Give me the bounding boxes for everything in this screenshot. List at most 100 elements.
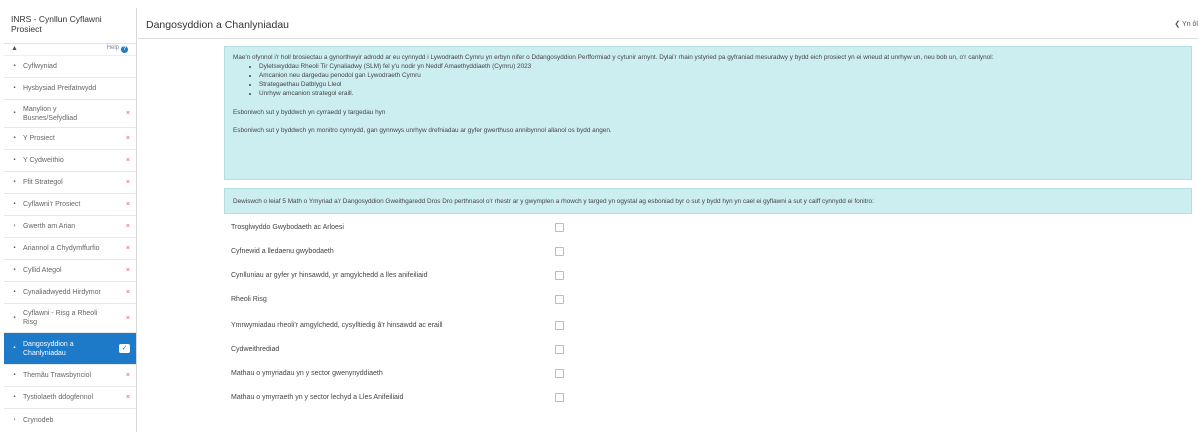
- sidebar-item-label: Ffit Strategol: [23, 179, 63, 186]
- sidebar-item-ariannol[interactable]: ▪ Ariannol a Chydymffurfio ×: [4, 238, 136, 260]
- sidebar-item-cyflawnir-prosiect[interactable]: ▪ Cyflawni'r Prosiect ×: [4, 194, 136, 216]
- option-row: Cyfnewid a lledaenu gwybodaeth: [231, 247, 571, 259]
- app-title: INRS - Cynllun Cyflawni Prosiect: [4, 8, 136, 44]
- sidebar-item-label: Crynodeb: [23, 416, 54, 424]
- sidebar-item-ffit-strategol[interactable]: ▪ Ffit Strategol ×: [4, 172, 136, 194]
- sidebar-item-label: Gwerth am Arian: [23, 223, 76, 230]
- option-checkbox[interactable]: [555, 247, 564, 256]
- person-icon[interactable]: ▲: [11, 45, 18, 52]
- sidebar-item-label: Tystiolaeth ddogfennol: [23, 394, 94, 401]
- sidebar-item-label: Ariannol a Chydymffurfio: [23, 245, 100, 252]
- option-label: Cydweithrediad: [231, 346, 280, 353]
- back-button[interactable]: ❮ Yn ôl: [1174, 20, 1198, 28]
- help-row: ▲ Help?: [4, 44, 136, 56]
- option-row: Rheoli Risg: [231, 295, 571, 307]
- chevron-right-icon: ›: [13, 416, 16, 423]
- app-title-line2: Prosiect: [11, 24, 42, 34]
- book-icon: ▪: [13, 157, 16, 163]
- incomplete-x-icon: ×: [125, 201, 130, 208]
- book-icon: ▪: [13, 372, 16, 378]
- sidebar-item-hysbysiad-preifatrwydd[interactable]: ▪ Hysbysiad Preifatrwydd: [4, 78, 136, 100]
- sidebar-item-gwerth-am-arian[interactable]: › Gwerth am Arian ×: [4, 216, 136, 238]
- option-label: Trosglwyddo Gwybodaeth ac Arloesi: [231, 224, 344, 231]
- option-label: Cynlluniau ar gyfer yr hinsawdd, yr amgy…: [231, 272, 428, 279]
- sidebar-item-y-cydweithio[interactable]: ▪ Y Cydweithio ×: [4, 150, 136, 172]
- option-checkbox[interactable]: [555, 295, 564, 304]
- option-label: Ymrwymiadau rheoli'r amgylchedd, cysyllt…: [231, 322, 443, 329]
- sidebar-item-crynodeb[interactable]: › Crynodeb: [4, 409, 136, 431]
- book-icon: ▪: [13, 135, 16, 141]
- book-icon: ▪: [13, 289, 16, 295]
- info-bullet-list: Dyletswyddau Rheoli Tir Cynaliadwy (SLM)…: [259, 62, 1183, 98]
- option-row: Ymrwymiadau rheoli'r amgylchedd, cysyllt…: [231, 321, 571, 333]
- book-icon: ▪: [13, 201, 16, 207]
- sidebar-item-label: Y Cydweithio: [23, 157, 64, 164]
- info-bullet: Strategaethau Datblygu Lleol: [259, 80, 1183, 89]
- incomplete-x-icon: ×: [125, 314, 130, 322]
- sidebar-item-tystiolaeth[interactable]: ▪ Tystiolaeth ddogfennol ×: [4, 387, 136, 409]
- sidebar-item-cyflwyniad[interactable]: ▪ Cyflwyniad: [4, 56, 136, 78]
- app-title-line1: INRS - Cynllun Cyflawni: [11, 14, 102, 24]
- info-bullet: Dyletswyddau Rheoli Tir Cynaliadwy (SLM)…: [259, 62, 1183, 71]
- option-label: Cyfnewid a lledaenu gwybodaeth: [231, 248, 334, 255]
- page-title: Dangosyddion a Chanlyniadau: [146, 19, 290, 31]
- incomplete-x-icon: ×: [125, 372, 130, 379]
- help-link[interactable]: Help?: [107, 45, 128, 53]
- option-row: Cydweithrediad: [231, 345, 571, 357]
- sidebar-item-label: Cynaliadwyedd Hirdymor: [23, 289, 101, 296]
- option-checkbox[interactable]: [555, 321, 564, 330]
- info-paragraph: Esboniwch sut y byddwch yn monitro cynny…: [233, 127, 612, 134]
- option-label: Rheoli Risg: [231, 296, 267, 303]
- sidebar-item-label: Cyflawni'r Prosiect: [23, 201, 81, 208]
- sidebar-item-label: Dangosyddion a Chanlyniadau: [23, 340, 74, 357]
- sidebar-item-label: Hysbysiad Preifatrwydd: [23, 85, 97, 92]
- option-checkbox[interactable]: [555, 369, 564, 378]
- book-icon: ▪: [13, 179, 16, 185]
- sidebar-item-cynaliadwyedd[interactable]: ▪ Cynaliadwyedd Hirdymor ×: [4, 282, 136, 304]
- help-label: Help: [106, 45, 119, 51]
- book-icon: ▪: [13, 314, 16, 321]
- instruction-panel: Dewiswch o leiaf 5 Math o Ymyriad a'r Da…: [224, 188, 1192, 214]
- incomplete-x-icon: ×: [125, 223, 130, 230]
- sidebar-item-label: Manylion y Busnes/Sefydliad: [23, 105, 78, 122]
- back-chevron-icon: ❮: [1174, 21, 1181, 28]
- book-icon: ▪: [13, 267, 16, 273]
- info-bullet: Unrhyw amcanion strategol eraill.: [259, 89, 1183, 98]
- sidebar-item-label: Cyflwyniad: [23, 63, 57, 70]
- option-row: Mathau o ymyriadau yn y sector gwenynydd…: [231, 369, 571, 381]
- sidebar-item-dangosyddion[interactable]: ▪ Dangosyddion a Chanlyniadau ✓: [4, 333, 136, 365]
- sidebar-item-label: Cyflawni - Risg a Rheoli Risg: [23, 310, 98, 326]
- option-row: Cynlluniau ar gyfer yr hinsawdd, yr amgy…: [231, 271, 571, 283]
- sidebar-item-label: Y Prosiect: [23, 135, 55, 142]
- complete-check-icon: ✓: [119, 344, 130, 353]
- sidebar-item-cyllid-ategol[interactable]: ▪ Cyllid Ategol ×: [4, 260, 136, 282]
- option-checkbox[interactable]: [555, 393, 564, 402]
- back-label: Yn ôl: [1182, 21, 1198, 28]
- instruction-text: Dewiswch o leiaf 5 Math o Ymyriad a'r Da…: [233, 198, 874, 205]
- book-icon: ▪: [13, 394, 16, 400]
- option-label: Mathau o ymyriadau yn y sector gwenynydd…: [231, 370, 383, 377]
- incomplete-x-icon: ×: [125, 267, 130, 274]
- sidebar-item-themau[interactable]: ▪ Themâu Trawsbynciol ×: [4, 365, 136, 387]
- chevron-right-icon: ›: [13, 223, 16, 229]
- book-icon: ▪: [13, 345, 16, 351]
- option-checkbox[interactable]: [555, 345, 564, 354]
- option-checkbox[interactable]: [555, 271, 564, 280]
- info-bullet: Amcanion neu dargedau penodol gan Lywodr…: [259, 71, 1183, 80]
- sidebar-item-risg[interactable]: ▪ Cyflawni - Risg a Rheoli Risg ×: [4, 304, 136, 333]
- incomplete-x-icon: ×: [125, 394, 130, 401]
- sidebar-item-manylion-busnes[interactable]: ▪ Manylion y Busnes/Sefydliad ×: [4, 100, 136, 128]
- book-icon: ▪: [13, 85, 16, 91]
- sidebar-item-y-prosiect[interactable]: ▪ Y Prosiect ×: [4, 128, 136, 150]
- incomplete-x-icon: ×: [125, 135, 130, 142]
- info-paragraph: Mae'n ofynnol i'r holl brosiectau a gyno…: [233, 54, 994, 61]
- incomplete-x-icon: ×: [125, 157, 130, 164]
- page-header: Dangosyddion a Chanlyniadau ❮ Yn ôl: [138, 8, 1198, 39]
- incomplete-x-icon: ×: [125, 245, 130, 252]
- sidebar-item-label: Cyllid Ategol: [23, 267, 62, 274]
- info-panel: Mae'n ofynnol i'r holl brosiectau a gyno…: [224, 46, 1192, 180]
- option-label: Mathau o ymyrraeth yn y sector lechyd a …: [231, 394, 404, 401]
- book-icon: ▪: [13, 245, 16, 251]
- option-row: Trosglwyddo Gwybodaeth ac Arloesi: [231, 223, 571, 235]
- option-checkbox[interactable]: [555, 223, 564, 232]
